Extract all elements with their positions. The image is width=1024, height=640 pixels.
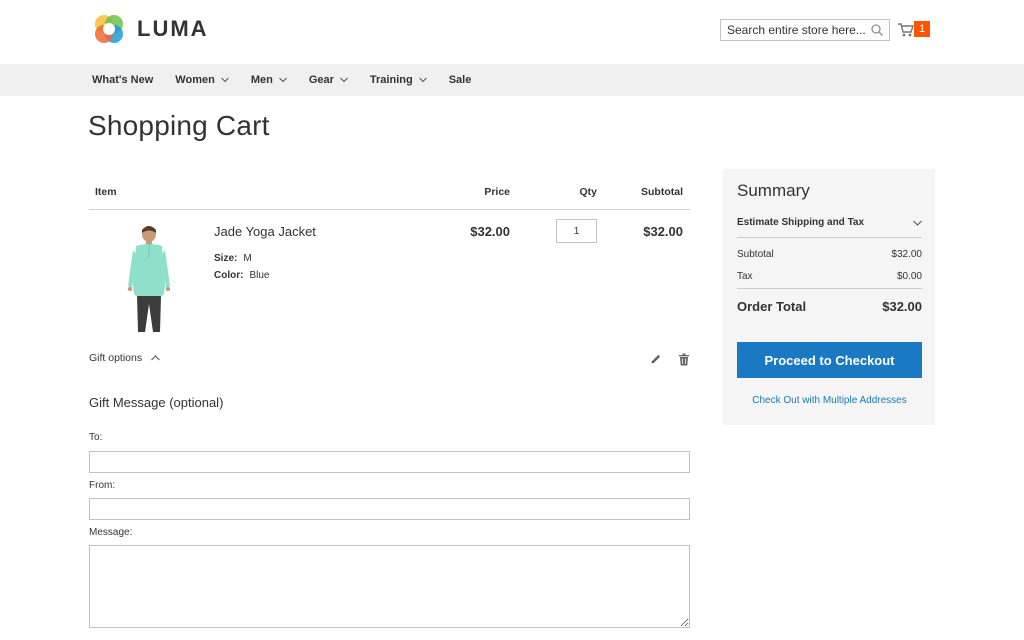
chevron-down-icon bbox=[278, 77, 287, 83]
nav-item-label: Women bbox=[175, 74, 215, 86]
summary-tax-row: Tax $0.00 bbox=[737, 271, 922, 282]
summary-divider bbox=[737, 237, 922, 238]
tax-label: Tax bbox=[737, 271, 753, 282]
product-option-color: Color: Blue bbox=[214, 270, 269, 281]
summary-order-total-row: Order Total $32.00 bbox=[737, 299, 922, 314]
gift-message-label: Message: bbox=[89, 527, 133, 538]
product-name-link[interactable]: Jade Yoga Jacket bbox=[214, 224, 316, 239]
gift-options-label: Gift options bbox=[89, 352, 143, 364]
option-label: Size: bbox=[214, 253, 238, 264]
nav-item-men[interactable]: Men bbox=[251, 74, 287, 86]
column-header-qty: Qty bbox=[579, 186, 597, 198]
nav-item-training[interactable]: Training bbox=[370, 74, 427, 86]
gift-to-input[interactable] bbox=[89, 451, 690, 473]
column-header-subtotal: Subtotal bbox=[641, 186, 683, 198]
option-value: M bbox=[243, 253, 252, 264]
nav-item-gear[interactable]: Gear bbox=[309, 74, 348, 86]
gift-from-label: From: bbox=[89, 480, 116, 491]
trash-icon[interactable] bbox=[678, 353, 690, 366]
nav-item-label: Men bbox=[250, 74, 273, 86]
order-total-label: Order Total bbox=[737, 299, 807, 314]
store-logo[interactable]: LUMA bbox=[92, 12, 209, 46]
table-header-divider bbox=[89, 209, 690, 210]
proceed-to-checkout-button[interactable]: Proceed to Checkout bbox=[737, 342, 922, 378]
product-option-size: Size: M bbox=[214, 253, 252, 264]
search-input[interactable] bbox=[720, 19, 890, 41]
tax-value: $0.00 bbox=[896, 271, 922, 282]
chevron-down-icon bbox=[340, 77, 348, 83]
gift-to-label: To: bbox=[89, 432, 103, 443]
nav-item-label: What's New bbox=[92, 74, 154, 86]
order-total-value: $32.00 bbox=[882, 299, 922, 314]
search-icon[interactable] bbox=[870, 23, 884, 37]
qty-input[interactable] bbox=[556, 219, 597, 243]
cart-icon bbox=[898, 23, 914, 37]
nav-item-whats-new[interactable]: What's New bbox=[92, 74, 153, 86]
gift-from-input[interactable] bbox=[89, 498, 690, 520]
nav-item-label: Sale bbox=[448, 74, 472, 86]
nav-item-women[interactable]: Women bbox=[175, 74, 229, 86]
chevron-down-icon bbox=[913, 220, 922, 226]
multi-address-checkout-link[interactable]: Check Out with Multiple Addresses bbox=[737, 395, 922, 406]
summary-subtotal-row: Subtotal $32.00 bbox=[737, 249, 922, 260]
subtotal-value: $32.00 bbox=[891, 249, 922, 260]
item-price: $32.00 bbox=[470, 224, 510, 239]
page-header: LUMA 1 bbox=[0, 0, 1024, 64]
gift-message-textarea[interactable] bbox=[89, 545, 690, 628]
item-subtotal: $32.00 bbox=[643, 224, 683, 239]
subtotal-label: Subtotal bbox=[737, 249, 774, 260]
pencil-icon[interactable] bbox=[650, 353, 662, 365]
gift-options-toggle[interactable]: Gift options bbox=[89, 352, 161, 364]
estimate-shipping-label: Estimate Shipping and Tax bbox=[737, 217, 865, 228]
estimate-shipping-toggle[interactable]: Estimate Shipping and Tax bbox=[737, 217, 922, 228]
minicart-button[interactable]: 1 bbox=[897, 19, 937, 41]
summary-title: Summary bbox=[737, 181, 810, 200]
gift-message-title: Gift Message (optional) bbox=[89, 395, 224, 410]
summary-divider bbox=[737, 288, 922, 289]
page-title: Shopping Cart bbox=[88, 110, 270, 141]
chevron-down-icon bbox=[220, 77, 229, 83]
option-label: Color: bbox=[214, 270, 244, 281]
cart-count-badge: 1 bbox=[914, 21, 930, 37]
order-summary: Summary Estimate Shipping and Tax Subtot… bbox=[723, 169, 935, 425]
nav-item-label: Training bbox=[369, 74, 413, 86]
chevron-down-icon bbox=[418, 77, 427, 83]
nav-item-sale[interactable]: Sale bbox=[449, 74, 472, 86]
chevron-up-icon bbox=[151, 355, 161, 361]
nav-item-label: Gear bbox=[308, 74, 334, 86]
luma-logo-icon bbox=[95, 15, 123, 43]
main-navigation: What's New Women Men Gear Training Sale bbox=[0, 64, 1024, 96]
product-image[interactable] bbox=[122, 224, 176, 336]
column-header-item: Item bbox=[95, 186, 117, 198]
logo-text: LUMA bbox=[137, 16, 209, 41]
option-value: Blue bbox=[249, 270, 270, 281]
column-header-price: Price bbox=[484, 186, 510, 198]
